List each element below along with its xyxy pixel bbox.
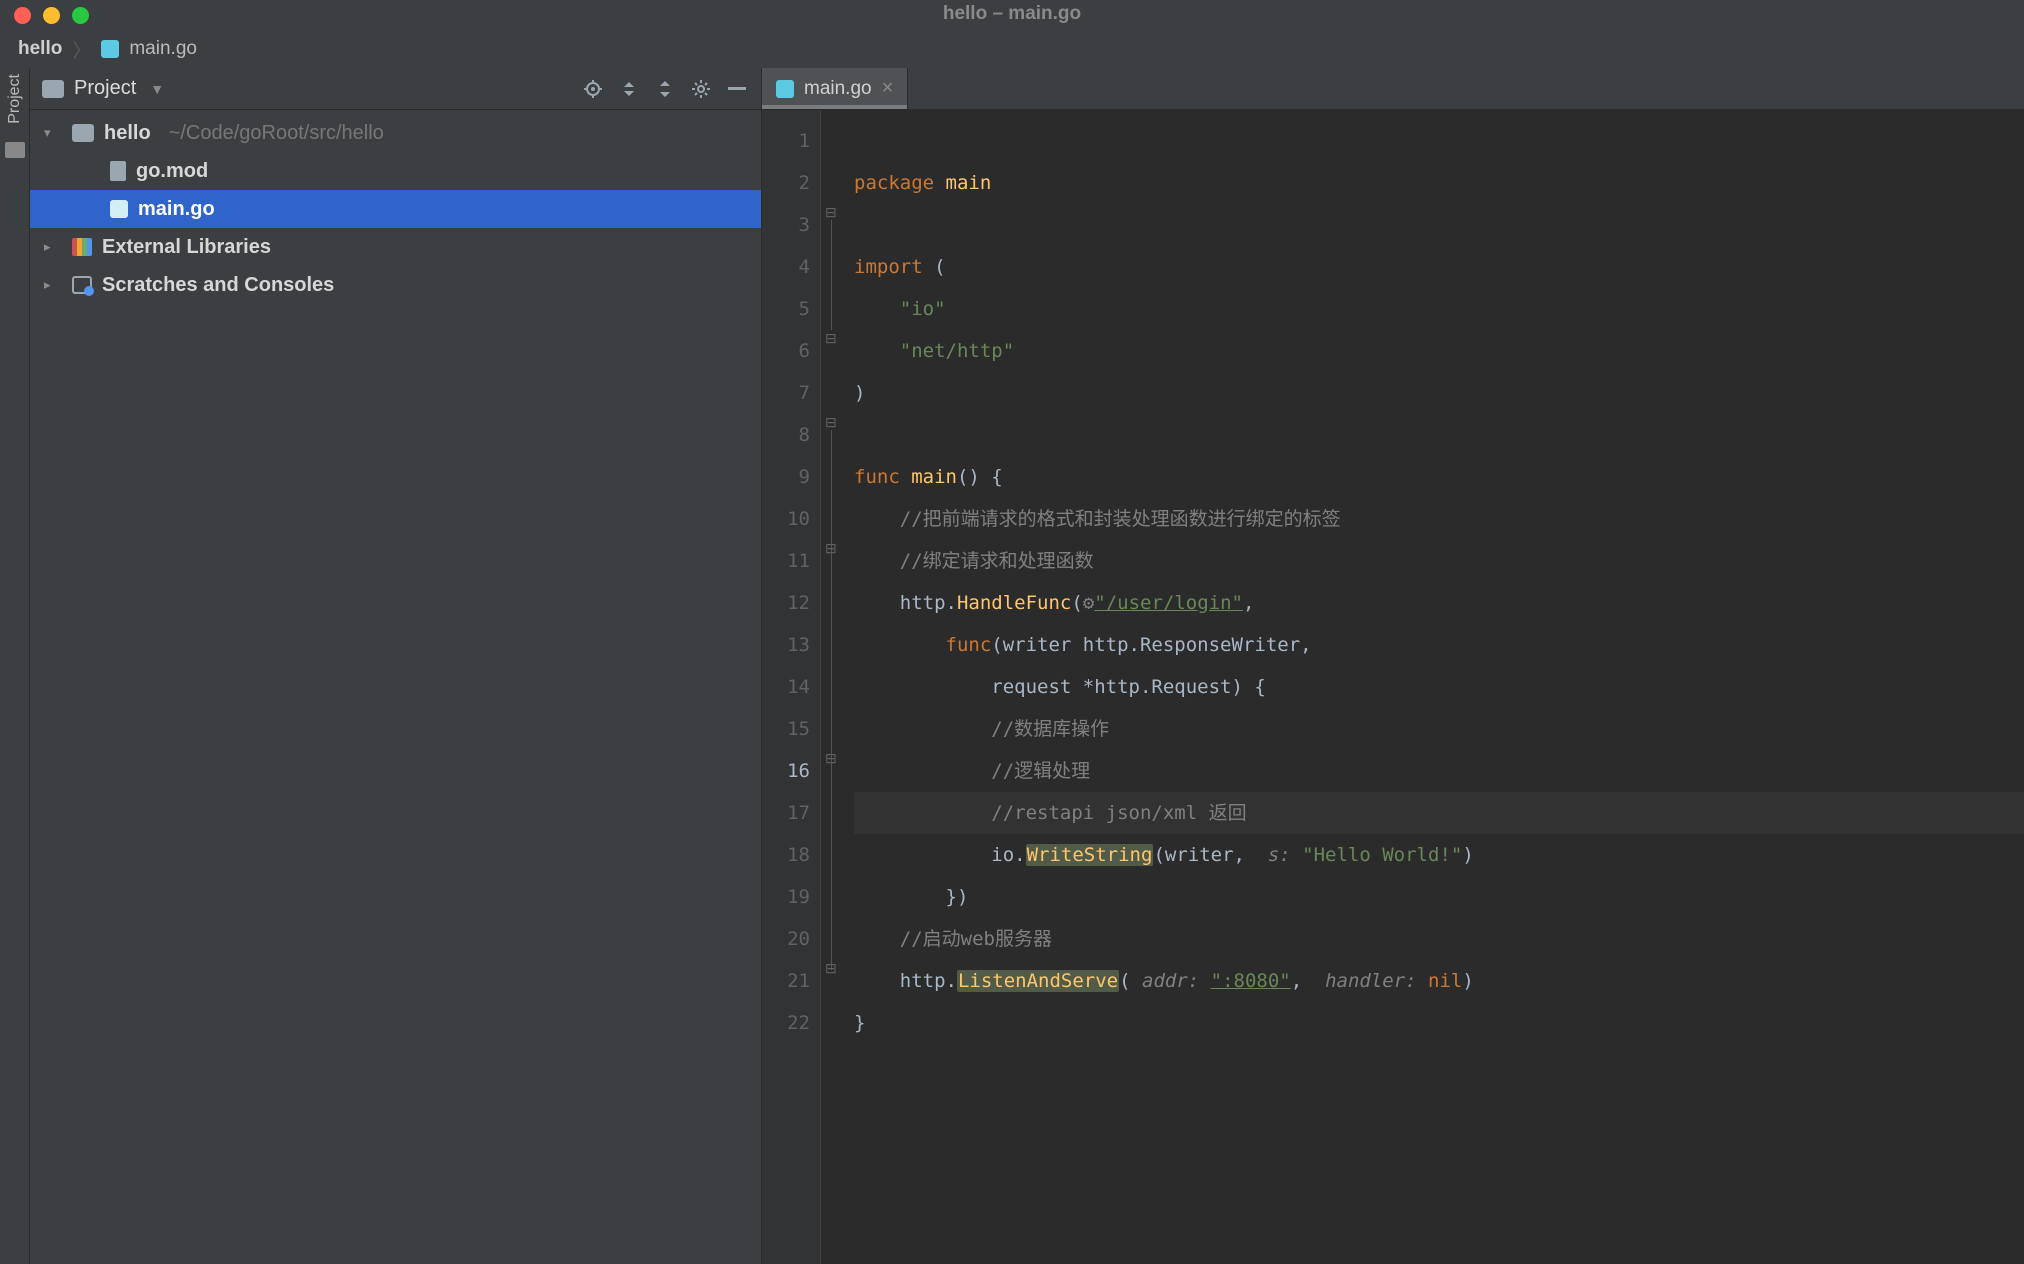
fold-toggle-icon[interactable]: ⊟ xyxy=(825,414,839,428)
gopher-icon xyxy=(101,40,119,58)
gear-icon[interactable] xyxy=(687,75,715,103)
collapse-all-icon[interactable] xyxy=(651,75,679,103)
project-toolwindow-button[interactable]: Project xyxy=(6,74,24,124)
project-panel: Project ▼ ▾ hello ~/Code/goRoot/src/hell… xyxy=(30,68,762,1264)
folder-icon xyxy=(72,124,94,142)
line-number[interactable]: 15 xyxy=(762,708,810,750)
minimize-window-button[interactable] xyxy=(43,7,60,24)
tree-item-label: External Libraries xyxy=(102,228,271,266)
chevron-down-icon[interactable]: ▾ xyxy=(44,114,62,152)
tree-file-gomod[interactable]: go.mod xyxy=(30,152,761,190)
editor-tab-maingo[interactable]: main.go × xyxy=(762,68,908,109)
tab-label: main.go xyxy=(804,78,872,100)
fold-line xyxy=(831,430,832,970)
line-number[interactable]: 8▶ xyxy=(762,414,810,456)
line-number[interactable]: 13 xyxy=(762,624,810,666)
line-number[interactable]: 7 xyxy=(762,372,810,414)
chevron-down-icon[interactable]: ▼ xyxy=(150,81,164,97)
tree-file-maingo[interactable]: main.go xyxy=(30,190,761,228)
breadcrumb: hello 〉 main.go xyxy=(0,30,2024,68)
line-number[interactable]: 9 xyxy=(762,456,810,498)
line-number[interactable]: 12 xyxy=(762,582,810,624)
line-number[interactable]: 21 xyxy=(762,960,810,1002)
line-number[interactable]: 1 xyxy=(762,120,810,162)
project-panel-title[interactable]: Project xyxy=(74,77,136,100)
line-number[interactable]: 6 xyxy=(762,330,810,372)
editor-tabs: main.go × xyxy=(762,68,2024,110)
tree-item-path: ~/Code/goRoot/src/hello xyxy=(169,114,384,152)
tree-root-folder[interactable]: ▾ hello ~/Code/goRoot/src/hello xyxy=(30,114,761,152)
line-number[interactable]: 20 xyxy=(762,918,810,960)
project-view-icon xyxy=(42,80,64,98)
file-icon xyxy=(110,161,126,181)
fold-toggle-icon[interactable]: ⊟ xyxy=(825,330,839,344)
library-icon xyxy=(72,238,92,256)
locate-icon[interactable] xyxy=(579,75,607,103)
structure-toolwindow-icon[interactable] xyxy=(5,142,25,158)
breadcrumb-file[interactable]: main.go xyxy=(129,38,197,60)
maximize-window-button[interactable] xyxy=(72,7,89,24)
fold-toggle-icon[interactable]: ⊟ xyxy=(825,540,839,554)
project-panel-header: Project ▼ xyxy=(30,68,761,110)
project-tree[interactable]: ▾ hello ~/Code/goRoot/src/hello go.mod m… xyxy=(30,110,761,1264)
fold-line xyxy=(831,220,832,330)
line-number[interactable]: 14 xyxy=(762,666,810,708)
fold-toggle-icon[interactable]: ⊟ xyxy=(825,750,839,764)
tree-item-label: hello xyxy=(104,114,151,152)
line-number[interactable]: 18 xyxy=(762,834,810,876)
line-number[interactable]: 2 xyxy=(762,162,810,204)
line-number[interactable]: 3 xyxy=(762,204,810,246)
close-window-button[interactable] xyxy=(14,7,31,24)
gopher-icon xyxy=(110,200,128,218)
window-title: hello – main.go xyxy=(943,3,1081,25)
line-number[interactable]: 10 xyxy=(762,498,810,540)
fold-toggle-icon[interactable]: ⊟ xyxy=(825,960,839,974)
chevron-right-icon[interactable]: ▸ xyxy=(44,266,62,304)
line-number[interactable]: 22 xyxy=(762,1002,810,1044)
close-tab-icon[interactable]: × xyxy=(882,77,894,100)
fold-toggle-icon[interactable]: ⊟ xyxy=(825,204,839,218)
tree-external-libraries[interactable]: ▸ External Libraries xyxy=(30,228,761,266)
line-number[interactable]: 16 xyxy=(762,750,810,792)
chevron-right-icon[interactable]: ▸ xyxy=(44,228,62,266)
tree-item-label: main.go xyxy=(138,190,215,228)
left-tool-strip: Project xyxy=(0,68,30,1264)
tree-item-label: go.mod xyxy=(136,152,208,190)
breadcrumb-separator: 〉 xyxy=(72,36,91,63)
hide-panel-icon[interactable] xyxy=(723,75,751,103)
line-gutter[interactable]: 1 2 3 4 5 6 7 8▶ 9 10 11 12 13 14 15 16 … xyxy=(762,110,820,1264)
line-number[interactable]: 17 xyxy=(762,792,810,834)
line-number[interactable]: 4 xyxy=(762,246,810,288)
code-content[interactable]: package main import ( "io" "net/http" ) … xyxy=(850,110,2024,1264)
line-number[interactable]: 5 xyxy=(762,288,810,330)
gopher-icon xyxy=(776,80,794,98)
code-editor[interactable]: 1 2 3 4 5 6 7 8▶ 9 10 11 12 13 14 15 16 … xyxy=(762,110,2024,1264)
titlebar: hello – main.go xyxy=(0,0,2024,30)
breadcrumb-root[interactable]: hello xyxy=(18,38,62,60)
expand-all-icon[interactable] xyxy=(615,75,643,103)
editor-area: main.go × 1 2 3 4 5 6 7 8▶ 9 10 11 12 13… xyxy=(762,68,2024,1264)
line-number[interactable]: 19 xyxy=(762,876,810,918)
tree-scratches[interactable]: ▸ Scratches and Consoles xyxy=(30,266,761,304)
scratches-icon xyxy=(72,276,92,294)
tree-item-label: Scratches and Consoles xyxy=(102,266,334,304)
line-number[interactable]: 11 xyxy=(762,540,810,582)
fold-column[interactable]: ⊟ ⊟ ⊟ ⊟ ⊟ ⊟ xyxy=(820,110,850,1264)
